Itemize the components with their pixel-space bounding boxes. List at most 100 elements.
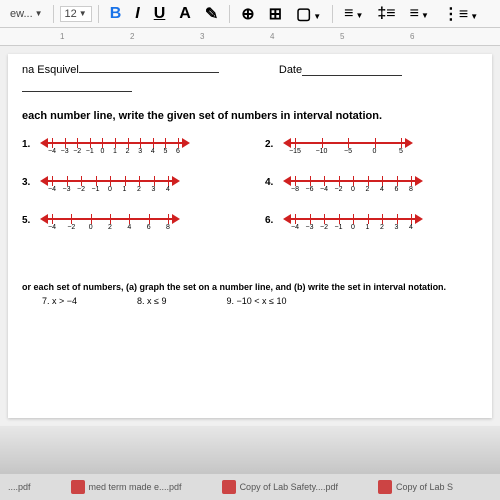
sub-line: [22, 80, 132, 92]
tick-label: 2: [137, 186, 141, 193]
tick-label: 4: [151, 148, 155, 155]
tick-label: −2: [335, 186, 343, 193]
align-icon[interactable]: ≡▼: [339, 3, 368, 25]
tick-label: −10: [316, 148, 328, 155]
tick-label: −4: [48, 186, 56, 193]
font-size-select[interactable]: 12▼: [60, 6, 92, 22]
tick-label: 6: [176, 148, 180, 155]
tick-label: 6: [395, 186, 399, 193]
problem-number: 4.: [265, 177, 277, 188]
tick-label: −1: [92, 186, 100, 193]
problem: 4. −8 −6 −4 −2 0 2 4 6 8: [265, 170, 478, 194]
problem-7: 7. x > −4: [42, 296, 77, 306]
tick-label: 4: [380, 186, 384, 193]
tick-label: 8: [166, 224, 170, 231]
number-line: −4 −3 −2 −1 0 1 2 3 4: [40, 170, 180, 194]
tick-label: 1: [113, 148, 117, 155]
problem-number: 6.: [265, 215, 277, 226]
line-spacing-icon[interactable]: ‡≡: [372, 3, 400, 25]
tick-label: −3: [61, 148, 69, 155]
tick-label: 3: [138, 148, 142, 155]
list-numbered-icon[interactable]: ≡▼: [405, 3, 434, 25]
problem: 3. −4 −3 −2 −1 0 1 2 3 4: [22, 170, 235, 194]
tick-label: −3: [63, 186, 71, 193]
tick-label: 1: [123, 186, 127, 193]
tick-label: 2: [380, 224, 384, 231]
tick-label: 0: [89, 224, 93, 231]
problem-number: 3.: [22, 177, 34, 188]
problem: 2. −15 −10 −5 0 5: [265, 132, 478, 156]
tick-label: 6: [147, 224, 151, 231]
tick-label: −2: [320, 224, 328, 231]
number-line: −15 −10 −5 0 5: [283, 132, 413, 156]
tick-label: 0: [351, 186, 355, 193]
tick-label: −4: [320, 186, 328, 193]
tick-label: 4: [127, 224, 131, 231]
download-item[interactable]: Copy of Lab S: [378, 480, 453, 494]
pdf-icon: [378, 480, 392, 494]
tick-label: −2: [67, 224, 75, 231]
tick-label: 5: [163, 148, 167, 155]
tick-label: −1: [335, 224, 343, 231]
tick-label: 4: [166, 186, 170, 193]
tick-label: 0: [351, 224, 355, 231]
problem-9: 9. −10 < x ≤ 10: [226, 296, 286, 306]
pdf-icon: [222, 480, 236, 494]
tick-label: 2: [366, 186, 370, 193]
tick-label: 0: [108, 186, 112, 193]
italic-button[interactable]: I: [130, 3, 144, 25]
problem-number: 1.: [22, 139, 34, 150]
problem: 1. −4 −3 −2 −1 0 1 2 3 4 5 6: [22, 132, 235, 156]
tick-label: −6: [306, 186, 314, 193]
tick-label: −8: [291, 186, 299, 193]
problem: 5. −4 −2 0 2 4 6 8: [22, 208, 235, 232]
number-line: −4 −2 0 2 4 6 8: [40, 208, 180, 232]
underline-button[interactable]: U: [149, 3, 171, 25]
tick-label: −5: [344, 148, 352, 155]
problem-number: 2.: [265, 139, 277, 150]
tick-label: 8: [409, 186, 413, 193]
tick-label: −4: [291, 224, 299, 231]
tick-label: 2: [126, 148, 130, 155]
tick-label: 2: [108, 224, 112, 231]
highlight-button[interactable]: ✎: [200, 2, 223, 26]
tick-label: 4: [409, 224, 413, 231]
comment-icon[interactable]: ⊞: [264, 2, 287, 26]
date-label: Date: [279, 64, 302, 76]
section2-instruction: or each set of numbers, (a) graph the se…: [22, 282, 478, 292]
tick-label: −4: [48, 224, 56, 231]
tick-label: 3: [395, 224, 399, 231]
tick-label: −3: [306, 224, 314, 231]
toolbar: ew...▼ 12▼ B I U A ✎ ⊕ ⊞ ▢▼ ≡▼ ‡≡ ≡▼ ⋮≡▼: [0, 0, 500, 28]
tick-label: −15: [289, 148, 301, 155]
text-color-button[interactable]: A: [174, 3, 196, 25]
menu-view[interactable]: ew...▼: [6, 6, 47, 22]
tick-label: 0: [100, 148, 104, 155]
link-icon[interactable]: ⊕: [236, 2, 259, 26]
downloads-bar: ....pdf med term made e....pdf Copy of L…: [0, 474, 500, 500]
tick-label: 5: [399, 148, 403, 155]
problem: 6. −4 −3 −2 −1 0 1 2 3 4: [265, 208, 478, 232]
name-field: na Esquivel: [22, 64, 219, 76]
bold-button[interactable]: B: [105, 3, 127, 25]
download-item[interactable]: ....pdf: [8, 482, 31, 492]
document-area: na Esquivel Date each number line, write…: [0, 46, 500, 426]
tick-label: −1: [86, 148, 94, 155]
list-bullet-icon[interactable]: ⋮≡▼: [438, 2, 483, 26]
problem-number: 5.: [22, 215, 34, 226]
download-item[interactable]: Copy of Lab Safety....pdf: [222, 480, 338, 494]
problem-8: 8. x ≤ 9: [137, 296, 166, 306]
tick-label: 1: [366, 224, 370, 231]
instruction-text: each number line, write the given set of…: [22, 110, 478, 122]
number-line: −4 −3 −2 −1 0 1 2 3 4: [283, 208, 423, 232]
tick-label: 3: [152, 186, 156, 193]
tick-label: −2: [73, 148, 81, 155]
page[interactable]: na Esquivel Date each number line, write…: [8, 54, 492, 418]
download-item[interactable]: med term made e....pdf: [71, 480, 182, 494]
tick-label: −4: [48, 148, 56, 155]
ruler: 1 2 3 4 5 6: [0, 28, 500, 46]
image-icon[interactable]: ▢▼: [291, 2, 326, 26]
tick-label: 0: [373, 148, 377, 155]
number-line: −8 −6 −4 −2 0 2 4 6 8: [283, 170, 423, 194]
tick-label: −2: [77, 186, 85, 193]
